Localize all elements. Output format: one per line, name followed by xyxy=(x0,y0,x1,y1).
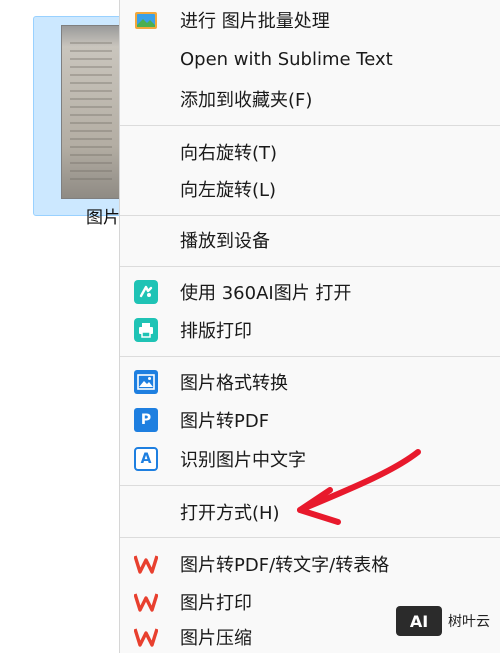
envelope-image-icon xyxy=(134,8,158,32)
menu-item-open-360ai[interactable]: 使用 360AI图片 打开 xyxy=(120,273,500,311)
image-icon xyxy=(134,370,158,394)
menu-item-label: 向右旋转(T) xyxy=(180,143,278,164)
menu-separator xyxy=(120,125,500,126)
ocr-icon-glyph: A xyxy=(140,451,152,467)
pdf-icon: P xyxy=(134,408,158,432)
pdf-icon-glyph: P xyxy=(140,412,152,428)
menu-item-label: 图片转PDF xyxy=(180,411,270,432)
menu-item-label: 排版打印 xyxy=(180,321,252,342)
ocr-icon: A xyxy=(134,447,158,471)
menu-separator xyxy=(120,356,500,357)
file-name-label: 图片 xyxy=(86,208,120,228)
menu-item-rotate-left[interactable]: 向左旋转(L) xyxy=(120,170,500,208)
menu-item-label: 识别图片中文字 xyxy=(180,450,306,471)
menu-item-label: 播放到设备 xyxy=(180,231,270,252)
wps-icon xyxy=(134,625,158,649)
menu-item-add-favorites[interactable]: 添加到收藏夹(F) xyxy=(120,80,500,118)
menu-item-label: 使用 360AI图片 打开 xyxy=(180,283,352,304)
menu-separator xyxy=(120,215,500,216)
watermark-badge: AI xyxy=(396,606,442,636)
menu-item-label: 图片格式转换 xyxy=(180,373,288,394)
menu-item-wps-convert[interactable]: 图片转PDF/转文字/转表格 xyxy=(120,545,500,583)
menu-item-image-format-convert[interactable]: 图片格式转换 xyxy=(120,363,500,401)
menu-item-label: 向左旋转(L) xyxy=(180,180,277,201)
menu-separator xyxy=(120,537,500,538)
menu-item-label: 进行 图片批量处理 xyxy=(180,11,330,32)
wps-icon xyxy=(134,590,158,614)
menu-separator xyxy=(120,266,500,267)
menu-item-open-with[interactable]: 打开方式(H) xyxy=(120,493,500,531)
menu-item-batch-image[interactable]: 进行 图片批量处理 xyxy=(120,1,500,39)
watermark: AI 树叶云 xyxy=(396,606,490,636)
menu-item-label: Open with Sublime Text xyxy=(180,48,393,70)
menu-item-label: 打开方式(H) xyxy=(180,503,280,524)
menu-item-image-to-pdf[interactable]: P 图片转PDF xyxy=(120,401,500,439)
menu-item-layout-print[interactable]: 排版打印 xyxy=(120,311,500,349)
menu-item-label: 添加到收藏夹(F) xyxy=(180,90,313,111)
printer-icon xyxy=(134,318,158,342)
image-thumbnail xyxy=(61,25,123,199)
wps-icon xyxy=(134,552,158,576)
menu-item-label: 图片转PDF/转文字/转表格 xyxy=(180,555,390,576)
360ai-icon xyxy=(134,280,158,304)
watermark-text: 树叶云 xyxy=(448,614,490,630)
menu-separator xyxy=(120,485,500,486)
menu-item-label: 图片打印 xyxy=(180,593,252,614)
menu-item-label: 图片压缩 xyxy=(180,628,252,649)
menu-item-open-sublime[interactable]: Open with Sublime Text xyxy=(120,40,500,78)
menu-item-ocr-text[interactable]: A 识别图片中文字 xyxy=(120,440,500,478)
context-menu: 进行 图片批量处理 Open with Sublime Text 添加到收藏夹(… xyxy=(119,0,500,653)
menu-item-rotate-right[interactable]: 向右旋转(T) xyxy=(120,133,500,171)
menu-item-cast-to-device[interactable]: 播放到设备 xyxy=(120,221,500,259)
